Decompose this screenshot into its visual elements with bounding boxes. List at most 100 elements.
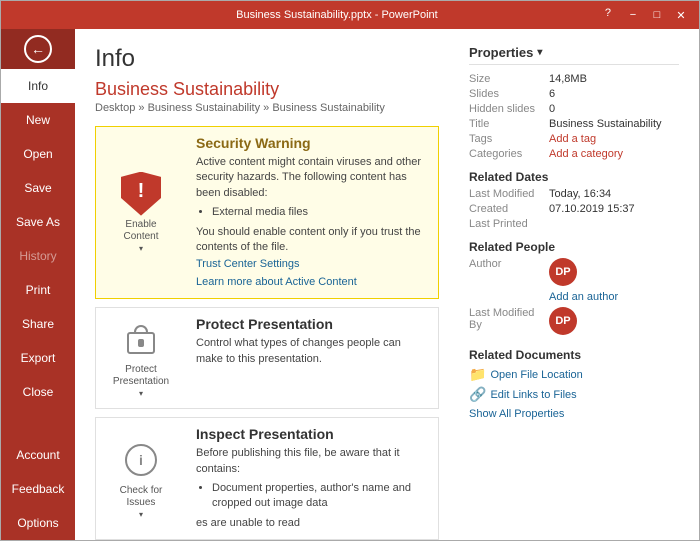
sidebar-item-history: History <box>1 239 75 273</box>
created-label: Created <box>469 203 549 215</box>
tags-link[interactable]: Add a tag <box>549 133 596 145</box>
inspect-wrapper: i Check forIssues ▾ Inspect Presentation <box>95 417 439 540</box>
enable-content-button[interactable]: EnableContent ▾ <box>123 219 158 253</box>
related-dates-header: Related Dates <box>469 170 679 184</box>
properties-panel: Properties ▾ Size 14,8MB Slides 6 Hidden… <box>459 45 679 524</box>
back-button[interactable]: ← <box>1 29 75 69</box>
inspect-card: i Check forIssues ▾ Inspect Presentation <box>95 417 439 540</box>
author-avatar: DP <box>549 258 577 286</box>
categories-row: Categories Add a category <box>469 148 679 160</box>
protect-card-title: Protect Presentation <box>196 316 428 332</box>
window-controls: ? − □ ✕ <box>605 7 691 23</box>
check-issues-dropdown-arrow: ▾ <box>139 510 143 519</box>
add-author-link[interactable]: Add an author <box>549 291 618 303</box>
breadcrumb: Desktop » Business Sustainability » Busi… <box>95 102 439 114</box>
author-row: Author DP Add an author <box>469 258 679 303</box>
last-modified-row: Last Modified Today, 16:34 <box>469 188 679 200</box>
info-left: Info Business Sustainability Desktop » B… <box>95 45 439 524</box>
security-card-body: Active content might contain viruses and… <box>196 155 428 290</box>
help-button[interactable]: ? <box>605 7 611 23</box>
shield-icon: ! <box>120 173 162 215</box>
last-modified-label: Last Modified <box>469 188 549 200</box>
title-label: Title <box>469 118 549 130</box>
last-printed-row: Last Printed <box>469 218 679 230</box>
slides-value: 6 <box>549 88 679 100</box>
back-circle-icon: ← <box>24 35 52 63</box>
sidebar-bottom: Account Feedback Options <box>1 438 75 540</box>
window: Business Sustainability.pptx - PowerPoin… <box>0 0 700 541</box>
protect-label: ProtectPresentation <box>113 364 169 388</box>
sidebar-item-export[interactable]: Export <box>1 341 75 375</box>
last-printed-value <box>549 218 679 230</box>
tags-label: Tags <box>469 133 549 145</box>
author-info: DP Add an author <box>549 258 618 303</box>
sidebar-item-info[interactable]: Info <box>1 69 75 103</box>
sidebar-item-save-as[interactable]: Save As <box>1 205 75 239</box>
slides-row: Slides 6 <box>469 88 679 100</box>
tags-row: Tags Add a tag <box>469 133 679 145</box>
protect-button[interactable]: ProtectPresentation ▾ <box>113 364 169 398</box>
minimize-button[interactable]: − <box>623 7 643 23</box>
sidebar-item-save[interactable]: Save <box>1 171 75 205</box>
check-issues-button[interactable]: Check forIssues ▾ <box>120 485 163 519</box>
check-issues-label: Check forIssues <box>120 485 163 509</box>
modified-by-row: Last Modified By DP <box>469 307 679 338</box>
title-value: Business Sustainability <box>549 118 679 130</box>
sidebar-item-close[interactable]: Close <box>1 375 75 409</box>
sidebar-item-account[interactable]: Account <box>1 438 75 472</box>
hidden-slides-row: Hidden slides 0 <box>469 103 679 115</box>
sidebar-item-print[interactable]: Print <box>1 273 75 307</box>
categories-label: Categories <box>469 148 549 160</box>
page-title: Info <box>95 45 439 73</box>
sidebar: ← Info New Open Save Save As History <box>1 29 75 540</box>
modified-by-label: Last Modified By <box>469 307 549 338</box>
protect-card-content: Protect Presentation Control what types … <box>186 308 438 408</box>
created-value: 07.10.2019 15:37 <box>549 203 679 215</box>
inspect-card-body: Before publishing this file, be aware th… <box>196 446 428 531</box>
sidebar-item-open[interactable]: Open <box>1 137 75 171</box>
size-label: Size <box>469 73 549 85</box>
modified-by-person-row: DP <box>549 307 577 335</box>
protect-card-body: Control what types of changes people can… <box>196 336 428 367</box>
enable-content-dropdown-arrow: ▾ <box>139 244 143 253</box>
categories-link[interactable]: Add a category <box>549 148 623 160</box>
link-icon: 🔗 <box>469 386 486 403</box>
hidden-slides-value: 0 <box>549 103 679 115</box>
security-card-title: Security Warning <box>196 135 428 151</box>
app-body: ← Info New Open Save Save As History <box>1 29 699 540</box>
author-label: Author <box>469 258 549 303</box>
maximize-button[interactable]: □ <box>647 7 667 23</box>
sidebar-item-feedback[interactable]: Feedback <box>1 472 75 506</box>
trust-center-link[interactable]: Trust Center Settings <box>196 257 428 272</box>
sidebar-item-new[interactable]: New <box>1 103 75 137</box>
info-area: Info Business Sustainability Desktop » B… <box>75 29 699 540</box>
security-icon-area: ! EnableContent ▾ <box>96 127 186 298</box>
enable-content-label: EnableContent <box>123 219 158 243</box>
sidebar-item-share[interactable]: Share <box>1 307 75 341</box>
close-button[interactable]: ✕ <box>671 7 691 23</box>
sidebar-item-options[interactable]: Options <box>1 506 75 540</box>
protect-dropdown-arrow: ▾ <box>139 389 143 398</box>
security-card-content: Security Warning Active content might co… <box>186 127 438 298</box>
edit-links-link[interactable]: 🔗 Edit Links to Files <box>469 386 679 403</box>
sidebar-spacer <box>1 409 75 438</box>
size-row: Size 14,8MB <box>469 73 679 85</box>
last-modified-value: Today, 16:34 <box>549 188 679 200</box>
open-file-location-link[interactable]: 📁 Open File Location <box>469 366 679 383</box>
show-all-properties-link[interactable]: Show All Properties <box>469 408 564 420</box>
slides-label: Slides <box>469 88 549 100</box>
active-content-link[interactable]: Learn more about Active Content <box>196 275 428 290</box>
protect-card: ProtectPresentation ▾ Protect Presentati… <box>95 307 439 409</box>
inspect-card-title: Inspect Presentation <box>196 426 428 442</box>
related-docs-header: Related Documents <box>469 348 679 362</box>
related-people-header: Related People <box>469 240 679 254</box>
properties-dropdown-icon: ▾ <box>537 47 542 58</box>
security-bullet: External media files <box>212 205 428 220</box>
title-row: Title Business Sustainability <box>469 118 679 130</box>
inspect-icon: i <box>120 439 162 481</box>
lock-icon <box>120 318 162 360</box>
file-title: Business Sustainability <box>95 79 439 100</box>
related-docs-links: 📁 Open File Location 🔗 Edit Links to Fil… <box>469 366 679 420</box>
inspect-card-content: Inspect Presentation Before publishing t… <box>186 418 438 539</box>
size-value: 14,8MB <box>549 73 679 85</box>
